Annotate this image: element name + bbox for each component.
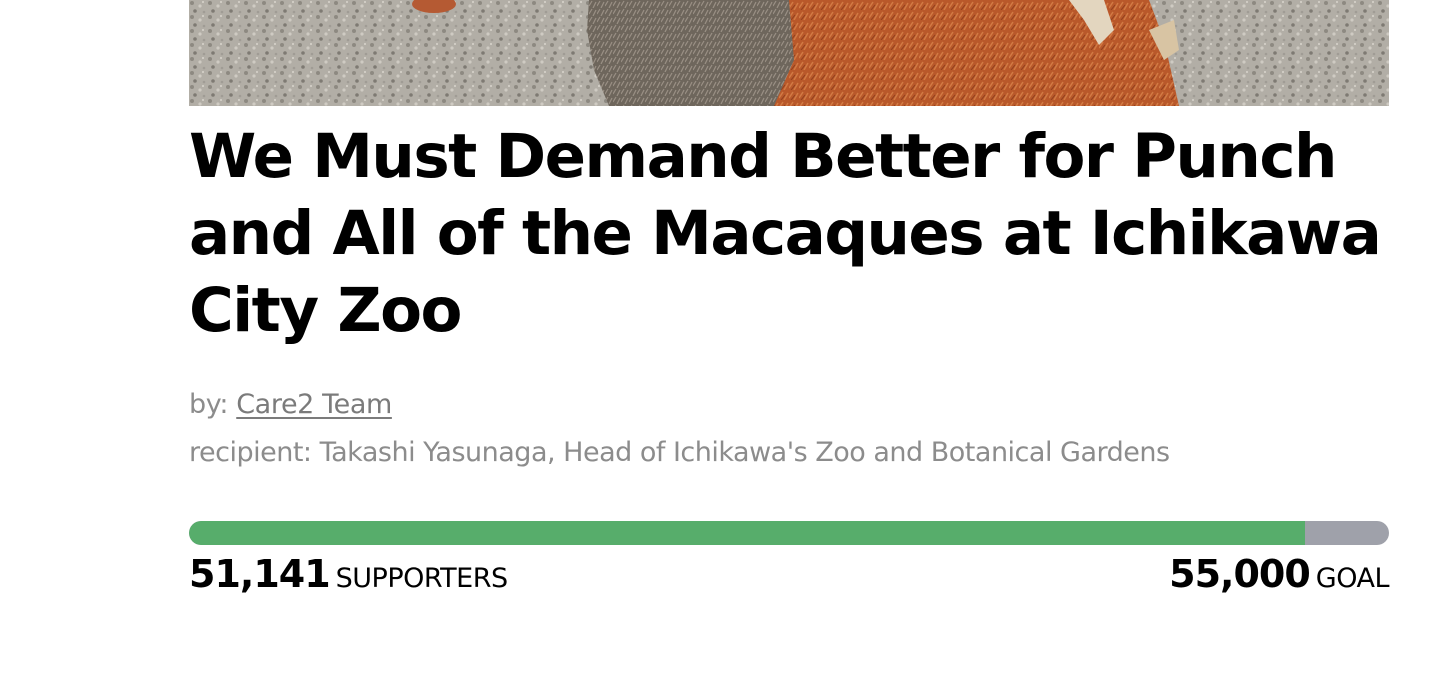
supporters-count: 51,141 SUPPORTERS (189, 552, 508, 596)
page-title: We Must Demand Better for Punch and All … (189, 121, 1382, 346)
author-link[interactable]: Care2 Team (236, 389, 392, 420)
supporters-label: SUPPORTERS (335, 563, 508, 594)
progress-fill (189, 521, 1305, 545)
recipient-prefix: recipient: (189, 437, 320, 468)
recipient-line: recipient: Takashi Yasunaga, Head of Ich… (189, 434, 1170, 472)
supporters-number: 51,141 (189, 552, 331, 596)
goal-count: 55,000 GOAL (1169, 552, 1389, 596)
author-prefix: by: (189, 389, 237, 420)
progress-bar (189, 521, 1389, 545)
goal-label: GOAL (1315, 563, 1390, 594)
hero-image (189, 0, 1389, 106)
author-line: by: Care2 Team (189, 386, 392, 424)
recipient-name: Takashi Yasunaga, Head of Ichikawa's Zoo… (319, 437, 1170, 468)
goal-number: 55,000 (1169, 552, 1311, 596)
